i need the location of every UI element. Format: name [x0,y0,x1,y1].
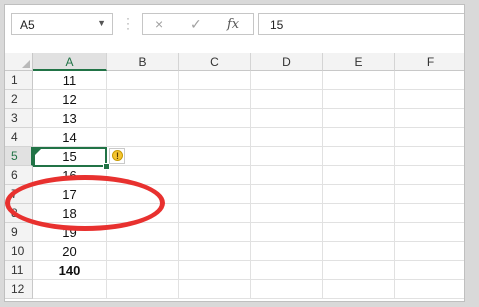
column-header-c[interactable]: C [179,53,251,71]
column-header-f[interactable]: F [395,53,464,71]
cell-b2[interactable] [107,90,179,109]
cell-b10[interactable] [107,242,179,261]
row-header[interactable]: 1 [5,71,33,90]
cell-b12[interactable] [107,280,179,299]
drag-handle-icon[interactable]: · · · [126,12,130,34]
cell-d10[interactable] [251,242,323,261]
formula-bar: A5 ▼ · · · × ✓ fx 15 [5,5,464,45]
cell-e3[interactable] [323,109,395,128]
cell-b4[interactable] [107,128,179,147]
cell-c3[interactable] [179,109,251,128]
cell-a12[interactable] [33,280,107,299]
cell-c12[interactable] [179,280,251,299]
formula-buttons: × ✓ fx [142,13,254,35]
number-stored-as-text-indicator [35,149,41,155]
cell-f2[interactable] [395,90,464,109]
cell-c10[interactable] [179,242,251,261]
cell-a11-total[interactable]: 140 [33,261,107,280]
cell-f3[interactable] [395,109,464,128]
cell-c6[interactable] [179,166,251,185]
row-header[interactable]: 11 [5,261,33,280]
cell-e1[interactable] [323,71,395,90]
cell-c2[interactable] [179,90,251,109]
cell-e7[interactable] [323,185,395,204]
cell-d2[interactable] [251,90,323,109]
cell-e6[interactable] [323,166,395,185]
cell-f10[interactable] [395,242,464,261]
formula-value: 15 [270,18,284,32]
row-header[interactable]: 9 [5,223,33,242]
row-header-selected[interactable]: 5 [5,147,33,166]
cell-e9[interactable] [323,223,395,242]
chevron-down-icon[interactable]: ▼ [97,18,106,28]
warning-icon: ! [112,150,123,161]
cell-f1[interactable] [395,71,464,90]
row-header[interactable]: 12 [5,280,33,299]
row-header[interactable]: 3 [5,109,33,128]
cell-e11[interactable] [323,261,395,280]
cell-c8[interactable] [179,204,251,223]
column-header-d[interactable]: D [251,53,323,71]
active-cell-border [33,147,107,167]
cell-d6[interactable] [251,166,323,185]
cell-f12[interactable] [395,280,464,299]
column-header-a[interactable]: A [33,53,107,71]
cell-e4[interactable] [323,128,395,147]
cell-f6[interactable] [395,166,464,185]
cell-a4[interactable]: 14 [33,128,107,147]
cell-d12[interactable] [251,280,323,299]
cell-c4[interactable] [179,128,251,147]
enter-icon[interactable]: ✓ [190,16,202,33]
cell-e8[interactable] [323,204,395,223]
cell-c5[interactable] [179,147,251,166]
cell-f9[interactable] [395,223,464,242]
cell-d9[interactable] [251,223,323,242]
cell-a10[interactable]: 20 [33,242,107,261]
cell-d3[interactable] [251,109,323,128]
cell-e12[interactable] [323,280,395,299]
row-header[interactable]: 4 [5,128,33,147]
highlight-ellipse [5,175,165,231]
column-header-b[interactable]: B [107,53,179,71]
cell-b1[interactable] [107,71,179,90]
cell-e5[interactable] [323,147,395,166]
cell-f8[interactable] [395,204,464,223]
cell-c9[interactable] [179,223,251,242]
row-header[interactable]: 10 [5,242,33,261]
cell-a1[interactable]: 11 [33,71,107,90]
cell-f7[interactable] [395,185,464,204]
cell-f5[interactable] [395,147,464,166]
cell-a3[interactable]: 13 [33,109,107,128]
insert-function-icon[interactable]: fx [227,17,239,32]
cell-b11[interactable] [107,261,179,280]
name-box-value: A5 [20,18,35,32]
cancel-icon[interactable]: × [155,16,163,32]
cell-d1[interactable] [251,71,323,90]
spreadsheet-window: A5 ▼ · · · × ✓ fx 15 A B C D E F 1 2 3 4 5… [4,4,465,302]
cell-c7[interactable] [179,185,251,204]
cell-b3[interactable] [107,109,179,128]
error-check-button[interactable]: ! [109,148,125,164]
cell-d7[interactable] [251,185,323,204]
cell-d8[interactable] [251,204,323,223]
cell-c11[interactable] [179,261,251,280]
cell-c1[interactable] [179,71,251,90]
cell-d4[interactable] [251,128,323,147]
cell-e10[interactable] [323,242,395,261]
fill-handle[interactable] [103,163,110,170]
cell-f4[interactable] [395,128,464,147]
select-all-corner[interactable] [5,53,33,71]
cell-d5[interactable] [251,147,323,166]
cell-a2[interactable]: 12 [33,90,107,109]
name-box[interactable]: A5 ▼ [11,13,113,35]
formula-input[interactable]: 15 [258,13,464,35]
cell-e2[interactable] [323,90,395,109]
cell-d11[interactable] [251,261,323,280]
column-header-e[interactable]: E [323,53,395,71]
row-header[interactable]: 2 [5,90,33,109]
cell-f11[interactable] [395,261,464,280]
